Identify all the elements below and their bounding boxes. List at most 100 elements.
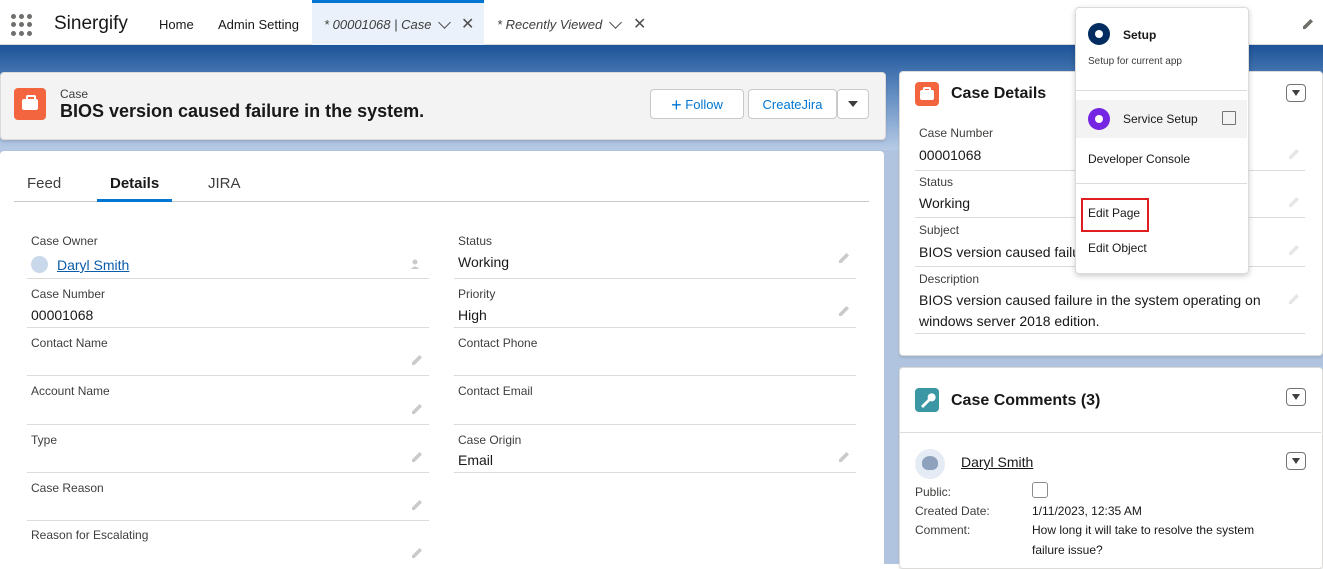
field-label: Contact Email <box>458 384 533 398</box>
field-account-name: Account Name <box>27 380 429 425</box>
created-label: Created Date: <box>915 504 990 518</box>
field-label: Reason for Escalating <box>31 528 149 542</box>
field-label: Account Name <box>31 384 110 398</box>
pencil-icon[interactable] <box>411 403 423 415</box>
menu-item-service-setup[interactable]: Service Setup <box>1123 112 1198 126</box>
field-value: BIOS version caused failure in the syste… <box>919 292 1261 308</box>
tab-recently-viewed[interactable]: * Recently Viewed <box>497 0 602 44</box>
divider <box>900 432 1321 433</box>
card-menu-button[interactable] <box>1286 388 1306 406</box>
avatar <box>31 256 48 273</box>
field-value: Working <box>919 195 971 211</box>
field-case-owner: Case Owner Daryl Smith <box>27 230 429 279</box>
field-label: Contact Phone <box>458 336 538 350</box>
pencil-icon[interactable] <box>411 499 423 511</box>
field-value: Email <box>458 452 494 468</box>
follow-button[interactable]: + Follow <box>650 89 744 119</box>
create-jira-button[interactable]: CreateJira <box>748 89 837 119</box>
object-label: Case <box>60 87 89 101</box>
menu-item-setup-sub: Setup for current app <box>1088 56 1182 67</box>
field-contact-email: Contact Email <box>454 380 856 425</box>
menu-divider <box>1076 183 1247 184</box>
field-label: Status <box>919 175 954 189</box>
chevron-down-icon[interactable] <box>609 16 622 29</box>
plus-icon: + <box>671 95 682 115</box>
change-owner-icon[interactable] <box>411 258 423 270</box>
field-label: Description <box>919 272 980 286</box>
field-label: Case Origin <box>458 433 522 447</box>
pencil-icon[interactable] <box>411 547 423 559</box>
field-value: 00001068 <box>31 307 94 323</box>
comment-author-link[interactable]: Daryl Smith <box>961 454 1033 470</box>
field-value: 00001068 <box>919 147 982 163</box>
pencil-icon[interactable] <box>1288 244 1300 256</box>
comment-menu-button[interactable] <box>1286 452 1306 470</box>
field-label: Case Reason <box>31 481 104 495</box>
public-checkbox[interactable] <box>1032 482 1048 498</box>
follow-label: Follow <box>685 97 723 112</box>
field-label: Case Number <box>919 126 994 140</box>
menu-divider <box>1076 90 1247 91</box>
field-label: Status <box>458 234 493 248</box>
field-label: Subject <box>919 223 960 237</box>
pencil-icon[interactable] <box>411 354 423 366</box>
field-value: High <box>458 307 487 323</box>
pencil-icon[interactable] <box>838 451 850 463</box>
field-label: Contact Name <box>31 336 108 350</box>
pencil-icon[interactable] <box>838 252 850 264</box>
pencil-icon[interactable] <box>1288 148 1300 160</box>
active-tab-indicator <box>97 199 172 202</box>
created-value: 1/11/2023, 12:35 AM <box>1032 504 1142 518</box>
tab-details[interactable]: Details <box>110 175 159 192</box>
field-type: Type <box>27 429 429 473</box>
divider <box>915 333 1305 334</box>
tab-case-label[interactable]: * 00001068 | Case <box>324 0 431 44</box>
record-title: BIOS version caused failure in the syste… <box>60 101 425 121</box>
menu-item-edit-object[interactable]: Edit Object <box>1088 241 1147 255</box>
pencil-icon[interactable] <box>1288 293 1300 305</box>
card-title: Case Details <box>951 85 1047 102</box>
setup-menu <box>1075 7 1249 274</box>
comment-label: Comment: <box>915 523 971 537</box>
pencil-icon[interactable] <box>838 305 850 317</box>
close-icon[interactable]: ✕ <box>461 17 474 33</box>
field-case-origin: Case Origin Email <box>454 429 856 473</box>
menu-item-setup[interactable]: Setup <box>1123 28 1156 42</box>
card-menu-button[interactable] <box>1286 84 1306 102</box>
field-label: Case Number <box>31 287 106 301</box>
close-icon[interactable]: ✕ <box>633 17 646 33</box>
tab-admin-setting[interactable]: Admin Setting <box>218 0 299 44</box>
setup-gear-icon <box>1088 23 1110 45</box>
field-contact-phone: Contact Phone <box>454 332 856 376</box>
comment-text: How long it will take to resolve the sys… <box>1032 523 1255 537</box>
field-value: Working <box>458 254 510 270</box>
field-case-number: Case Number 00001068 <box>27 283 429 328</box>
field-value: windows server 2018 edition. <box>919 313 1100 329</box>
highlight-box <box>1081 198 1149 232</box>
pencil-icon[interactable] <box>1288 196 1300 208</box>
case-icon <box>915 82 939 106</box>
case-icon <box>14 88 46 120</box>
tab-jira[interactable]: JIRA <box>208 175 241 192</box>
field-status: Status Working <box>454 230 856 279</box>
app-launcher-icon[interactable] <box>11 14 33 36</box>
chevron-down-icon <box>848 101 858 107</box>
field-value: BIOS version caused failu <box>919 244 1081 260</box>
owner-link[interactable]: Daryl Smith <box>57 257 129 273</box>
pencil-icon[interactable] <box>411 451 423 463</box>
field-label: Priority <box>458 287 496 301</box>
more-actions-button[interactable] <box>837 89 869 119</box>
external-link-icon[interactable] <box>1222 111 1236 125</box>
tab-home[interactable]: Home <box>159 0 194 44</box>
tab-feed[interactable]: Feed <box>27 175 61 192</box>
comment-text: failure issue? <box>1032 543 1103 557</box>
field-reason-escalating: Reason for Escalating <box>27 525 429 565</box>
edit-nav-icon[interactable] <box>1302 18 1314 30</box>
menu-item-developer-console[interactable]: Developer Console <box>1088 152 1190 166</box>
card-title: Case Comments (3) <box>951 392 1101 409</box>
field-label: Type <box>31 433 58 447</box>
field-priority: Priority High <box>454 283 856 328</box>
field-contact-name: Contact Name <box>27 332 429 376</box>
public-label: Public: <box>915 485 952 499</box>
field-case-reason: Case Reason <box>27 477 429 521</box>
